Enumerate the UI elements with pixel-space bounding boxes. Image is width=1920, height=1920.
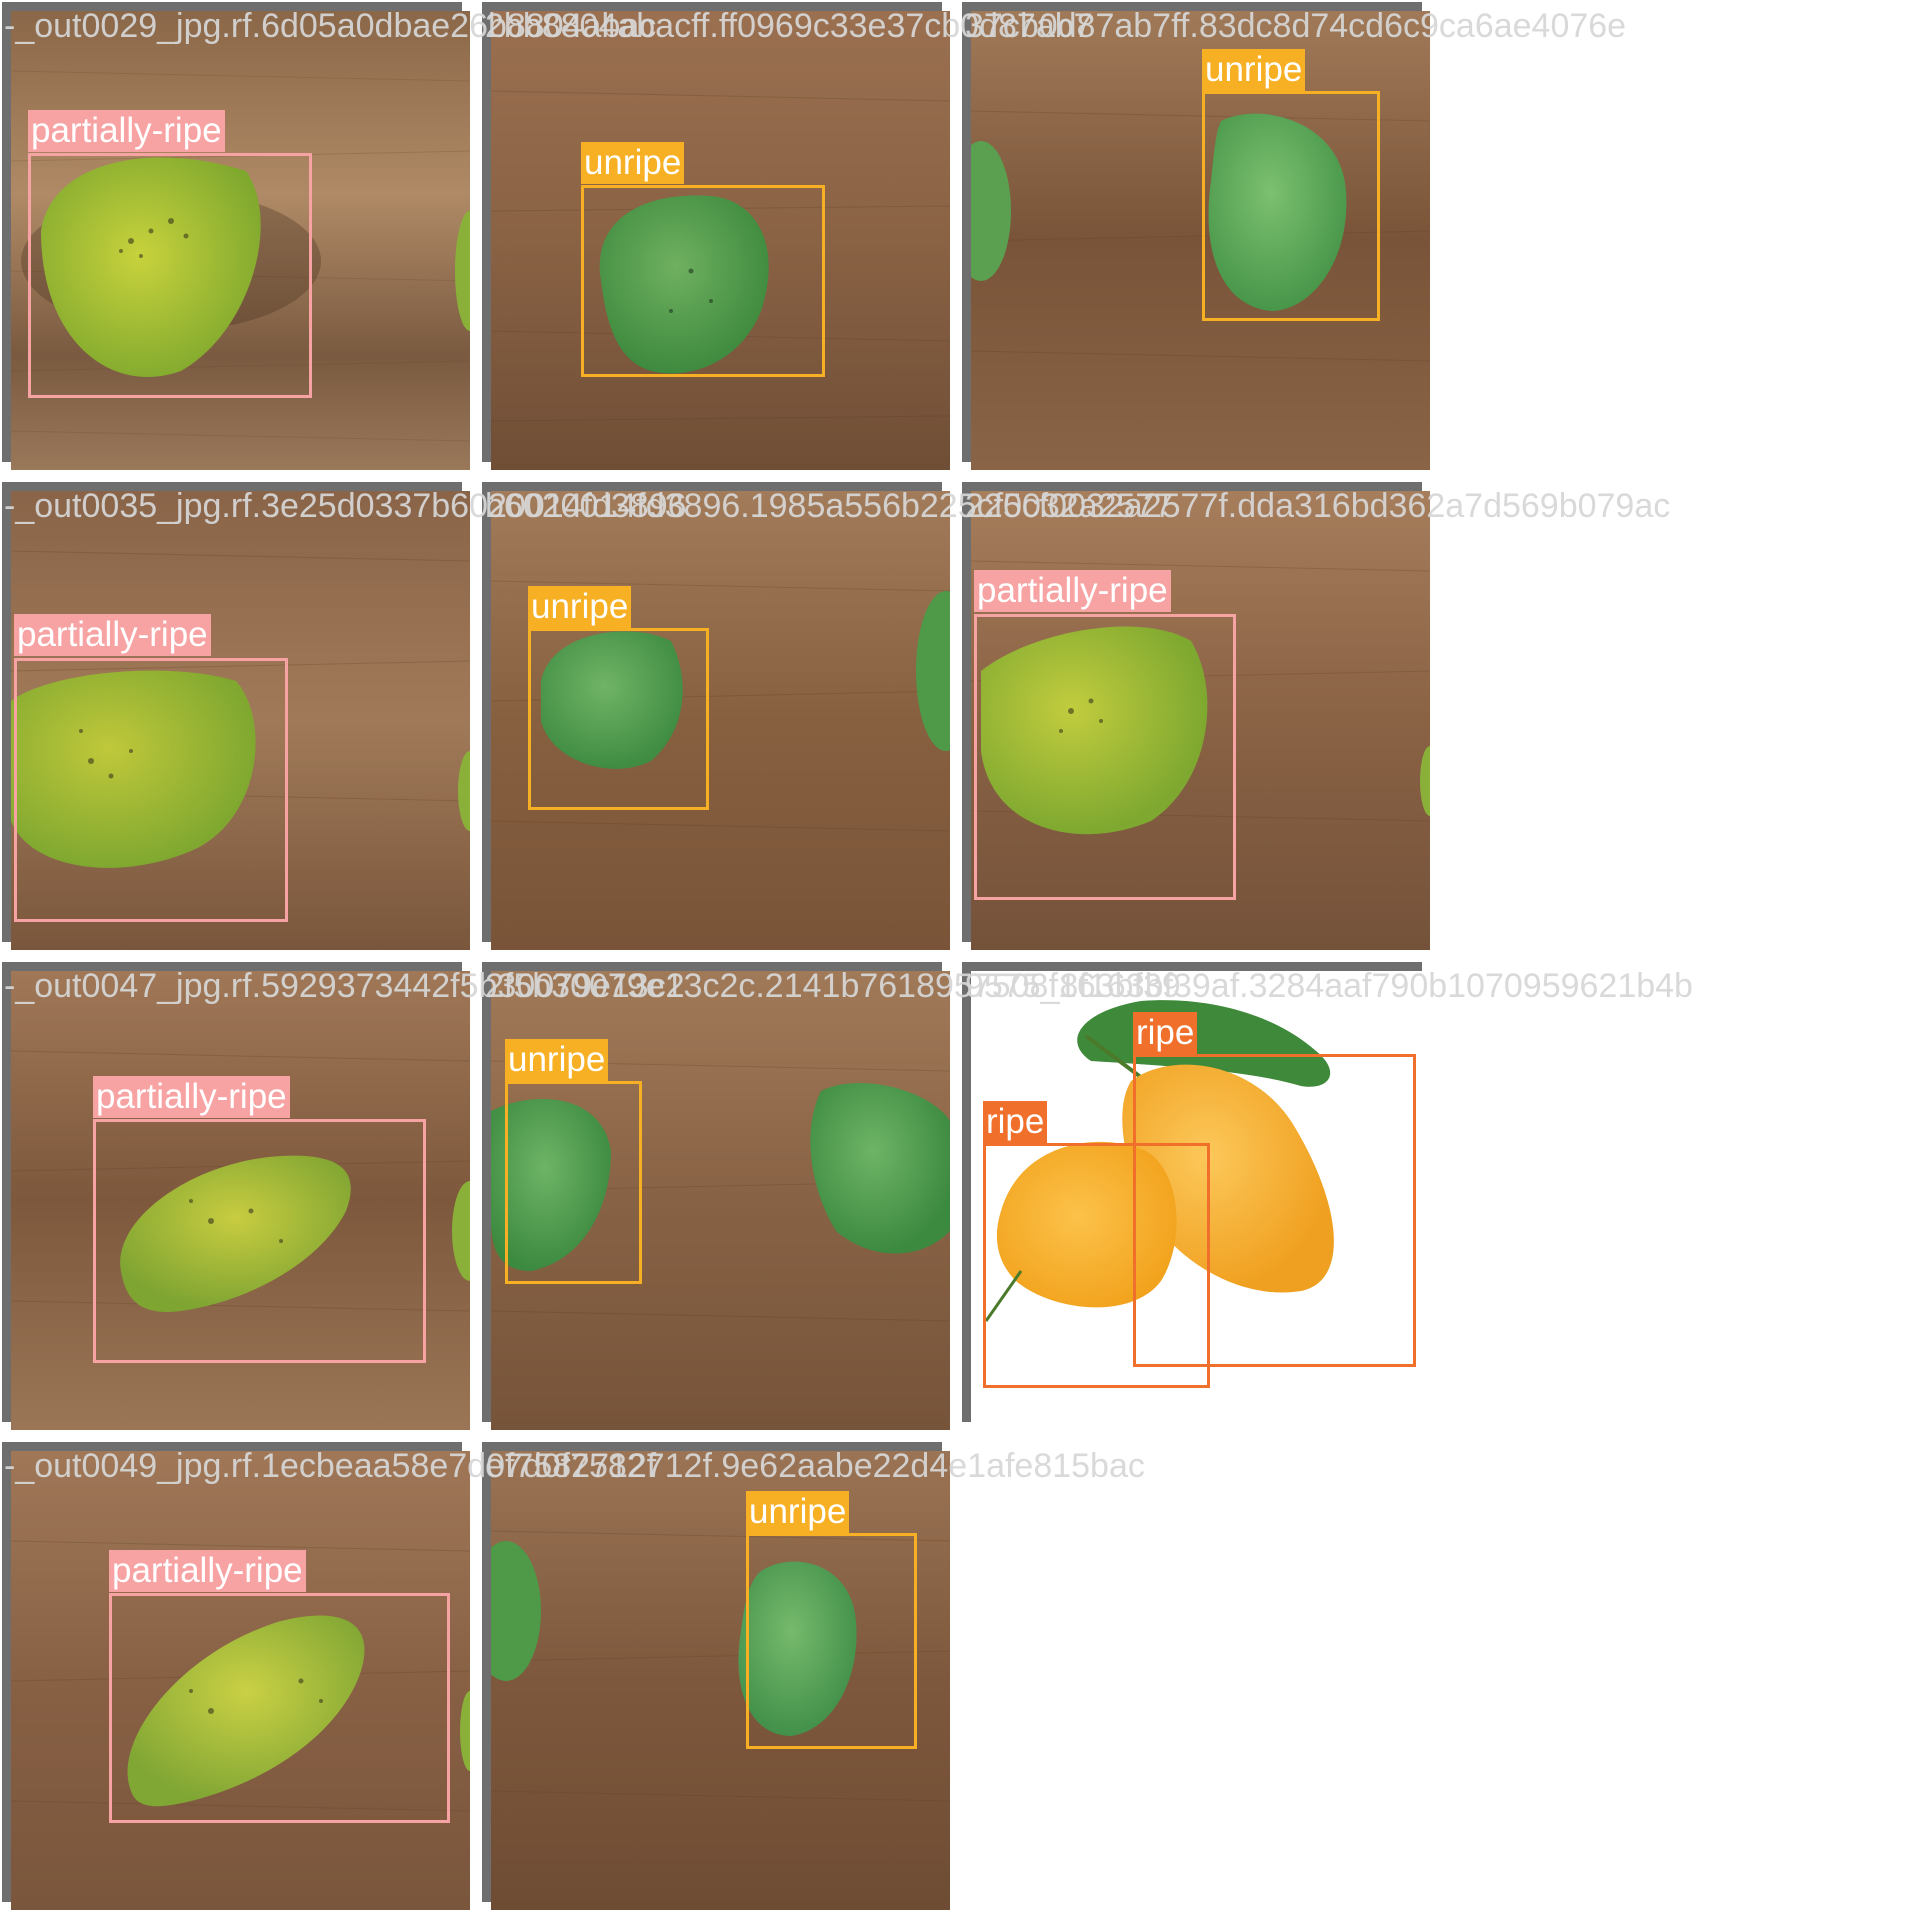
tile-filename: e7d0f7582712f.9e62aabe22d4e1afe815bac: [485, 1447, 1145, 1485]
bbox-unripe: [746, 1533, 917, 1749]
tile-filename: 9575_8f163bf39af.3284aaf790b1070959621b4…: [965, 967, 1693, 1005]
bbox-partially-ripe: [14, 658, 288, 922]
tile-7: partially-ripe: [2, 962, 470, 1430]
tile-2: unripe: [482, 2, 950, 470]
tile-6: partially-ripe: [962, 482, 1430, 950]
mosaic-canvas: partially-ripe unripe unripe partially-r…: [0, 0, 1920, 1920]
tile-filename: 37cb0d87ab7ff.83dc8d74cd6c9ca6ae4076e: [965, 7, 1627, 45]
bbox-unripe: [1202, 91, 1380, 321]
tile-4: partially-ripe: [2, 482, 470, 950]
label-partially-ripe: partially-ripe: [974, 570, 1171, 612]
label-partially-ripe: partially-ripe: [109, 1550, 306, 1592]
label-unripe: unripe: [746, 1491, 850, 1533]
bbox-partially-ripe: [28, 153, 312, 398]
bbox-unripe: [528, 628, 709, 810]
tile-10: partially-ripe: [2, 1442, 470, 1910]
bbox-partially-ripe: [974, 614, 1236, 900]
label-ripe: ripe: [1133, 1012, 1198, 1054]
tile-5: unripe: [482, 482, 950, 950]
bbox-partially-ripe: [109, 1593, 450, 1823]
label-ripe: ripe: [983, 1101, 1048, 1143]
label-partially-ripe: partially-ripe: [28, 110, 225, 152]
bbox-unripe: [505, 1081, 642, 1284]
bbox-partially-ripe: [93, 1119, 426, 1363]
label-partially-ripe: partially-ripe: [14, 614, 211, 656]
bbox-unripe: [581, 185, 825, 377]
label-partially-ripe: partially-ripe: [93, 1076, 290, 1118]
tile-3: unripe: [962, 2, 1430, 470]
tile-11: unripe: [482, 1442, 950, 1910]
tile-1: partially-ripe: [2, 2, 470, 470]
tile-filename: 225cf0032a2577f.dda316bd362a7d569b079ac: [965, 487, 1671, 525]
label-unripe: unripe: [505, 1039, 609, 1081]
label-unripe: unripe: [528, 586, 632, 628]
tile-9: ripe ripe: [962, 962, 1430, 1430]
tile-8: unripe: [482, 962, 950, 1430]
label-unripe: unripe: [581, 142, 685, 184]
label-unripe: unripe: [1202, 49, 1306, 91]
bbox-ripe: [1133, 1054, 1416, 1367]
